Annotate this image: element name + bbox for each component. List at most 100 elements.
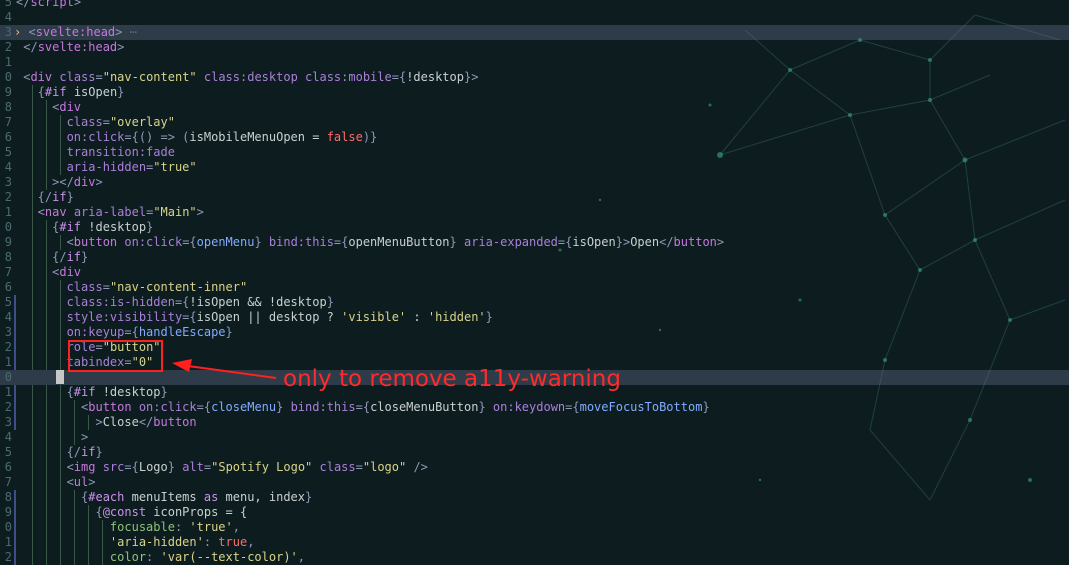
code-line[interactable]: 7 <div (0, 265, 1069, 280)
line-number: 3 (4, 25, 12, 39)
code-text: on:click={() => (isMobileMenuOpen = fals… (16, 130, 378, 144)
line-number: 1 (4, 385, 12, 399)
line-number: 4 (4, 10, 12, 24)
code-text: <button on:click={closeMenu} bind:this={… (16, 400, 710, 414)
line-number: 6 (4, 130, 12, 144)
line-number: 3 (4, 325, 12, 339)
code-line[interactable]: 4 aria-hidden="true" (0, 160, 1069, 175)
code-text: color: 'var(--text-color)', (16, 550, 306, 564)
code-text: {/if} (16, 250, 89, 264)
code-line[interactable]: 7 class="overlay" (0, 115, 1069, 130)
line-number: 6 (4, 280, 12, 294)
annotation-text: only to remove a11y-warning (283, 366, 621, 392)
code-line[interactable]: 4 (0, 10, 1069, 25)
code-line[interactable]: 2 </svelte:head> (0, 40, 1069, 55)
code-text: {/if} (16, 190, 74, 204)
line-number: 2 (4, 400, 12, 414)
code-line[interactable]: 0 {#if !desktop} (0, 220, 1069, 235)
line-number: 5 (4, 145, 12, 159)
code-line[interactable]: 5 {/if} (0, 445, 1069, 460)
line-number: 0 (4, 220, 12, 234)
code-line[interactable]: 5 class:is-hidden={!isOpen && !desktop} (0, 295, 1069, 310)
code-text: aria-hidden="true" (16, 160, 197, 174)
code-text: <div class="nav-content" class:desktop c… (16, 70, 479, 84)
line-number: 0 (4, 370, 12, 384)
code-line[interactable]: 4 > (0, 430, 1069, 445)
code-text: > (16, 430, 89, 444)
code-line[interactable]: 3 › <svelte:head> ⋯ (0, 25, 1069, 40)
code-line[interactable]: 3 >Close</button (0, 415, 1069, 430)
code-line[interactable]: 5 transition:fade (0, 145, 1069, 160)
line-number: 0 (4, 70, 12, 84)
line-number: 9 (4, 85, 12, 99)
code-text: </script> (16, 0, 82, 9)
line-number: 1 (4, 55, 12, 69)
code-text: <button on:click={openMenu} bind:this={o… (16, 235, 725, 249)
code-text: <ul> (16, 475, 96, 489)
code-text: ></div> (16, 175, 103, 189)
code-text: </svelte:head> (16, 40, 125, 54)
code-line[interactable]: 1 (0, 55, 1069, 70)
line-number: 7 (4, 475, 12, 489)
code-line[interactable]: 0 focusable: 'true', (0, 520, 1069, 535)
line-number: 8 (4, 100, 12, 114)
line-number: 1 (4, 205, 12, 219)
code-line[interactable]: 6 on:click={() => (isMobileMenuOpen = fa… (0, 130, 1069, 145)
annotation-highlight-box (68, 340, 163, 372)
code-line[interactable]: 6 <img src={Logo} alt="Spotify Logo" cla… (0, 460, 1069, 475)
code-text: <div (16, 265, 82, 279)
code-line[interactable]: 9 {@const iconProps = { (0, 505, 1069, 520)
code-text: {@const iconProps = { (16, 505, 248, 519)
code-line[interactable]: 1 'aria-hidden': true, (0, 535, 1069, 550)
code-text: {#if !desktop} (16, 220, 154, 234)
line-number: 2 (4, 190, 12, 204)
line-number: 5 (4, 295, 12, 309)
code-text: {/if} (16, 445, 103, 459)
line-number: 8 (4, 250, 12, 264)
line-number: 1 (4, 355, 12, 369)
code-editor[interactable]: 5 </script> 4 3 › <svelte:head> ⋯ 2 </svelte:… (0, 0, 1069, 565)
line-number: 4 (4, 430, 12, 444)
code-text: focusable: 'true', (16, 520, 240, 534)
code-line[interactable]: 0 <div class="nav-content" class:desktop… (0, 70, 1069, 85)
code-line[interactable]: 9 <button on:click={openMenu} bind:this=… (0, 235, 1069, 250)
code-text: {#each menuItems as menu, index} (16, 490, 313, 504)
line-number: 1 (4, 535, 12, 549)
code-line[interactable]: 2 color: 'var(--text-color)', (0, 550, 1069, 565)
line-number: 4 (4, 310, 12, 324)
code-text: {#if !desktop} (16, 385, 168, 399)
line-number: 2 (4, 550, 12, 564)
code-line[interactable]: 5 </script> (0, 0, 1069, 10)
code-line[interactable]: 8 <div (0, 100, 1069, 115)
code-line[interactable]: 2 {/if} (0, 190, 1069, 205)
code-line[interactable]: 4 style:visibility={isOpen || desktop ? … (0, 310, 1069, 325)
code-text: {#if isOpen} (16, 85, 125, 99)
code-text: >Close</button (16, 415, 197, 429)
code-text: on:keyup={handleEscape} (16, 325, 233, 339)
line-number: 2 (4, 40, 12, 54)
line-number: 3 (4, 415, 12, 429)
line-number: 5 (4, 445, 12, 459)
code-line[interactable]: 1 <nav aria-label="Main"> (0, 205, 1069, 220)
code-line[interactable]: 6 class="nav-content-inner" (0, 280, 1069, 295)
text-cursor (56, 370, 64, 384)
code-text: transition:fade (16, 145, 175, 159)
line-number: 0 (4, 520, 12, 534)
code-line[interactable]: 8 {#each menuItems as menu, index} (0, 490, 1069, 505)
code-text: class="overlay" (16, 115, 175, 129)
code-text: <div (16, 100, 82, 114)
code-text: <nav aria-label="Main"> (16, 205, 204, 219)
line-number: 7 (4, 265, 12, 279)
line-number: 9 (4, 235, 12, 249)
code-text: class="nav-content-inner" (16, 280, 248, 294)
code-line[interactable]: 3 on:keyup={handleEscape} (0, 325, 1069, 340)
code-line[interactable]: 3 ></div> (0, 175, 1069, 190)
line-number: 3 (4, 175, 12, 189)
code-line[interactable]: 7 <ul> (0, 475, 1069, 490)
code-line[interactable]: 8 {/if} (0, 250, 1069, 265)
line-number: 7 (4, 115, 12, 129)
code-line[interactable]: 9 {#if isOpen} (0, 85, 1069, 100)
code-line[interactable]: 2 <button on:click={closeMenu} bind:this… (0, 400, 1069, 415)
line-number: 2 (4, 340, 12, 354)
code-text: style:visibility={isOpen || desktop ? 'v… (16, 310, 493, 324)
